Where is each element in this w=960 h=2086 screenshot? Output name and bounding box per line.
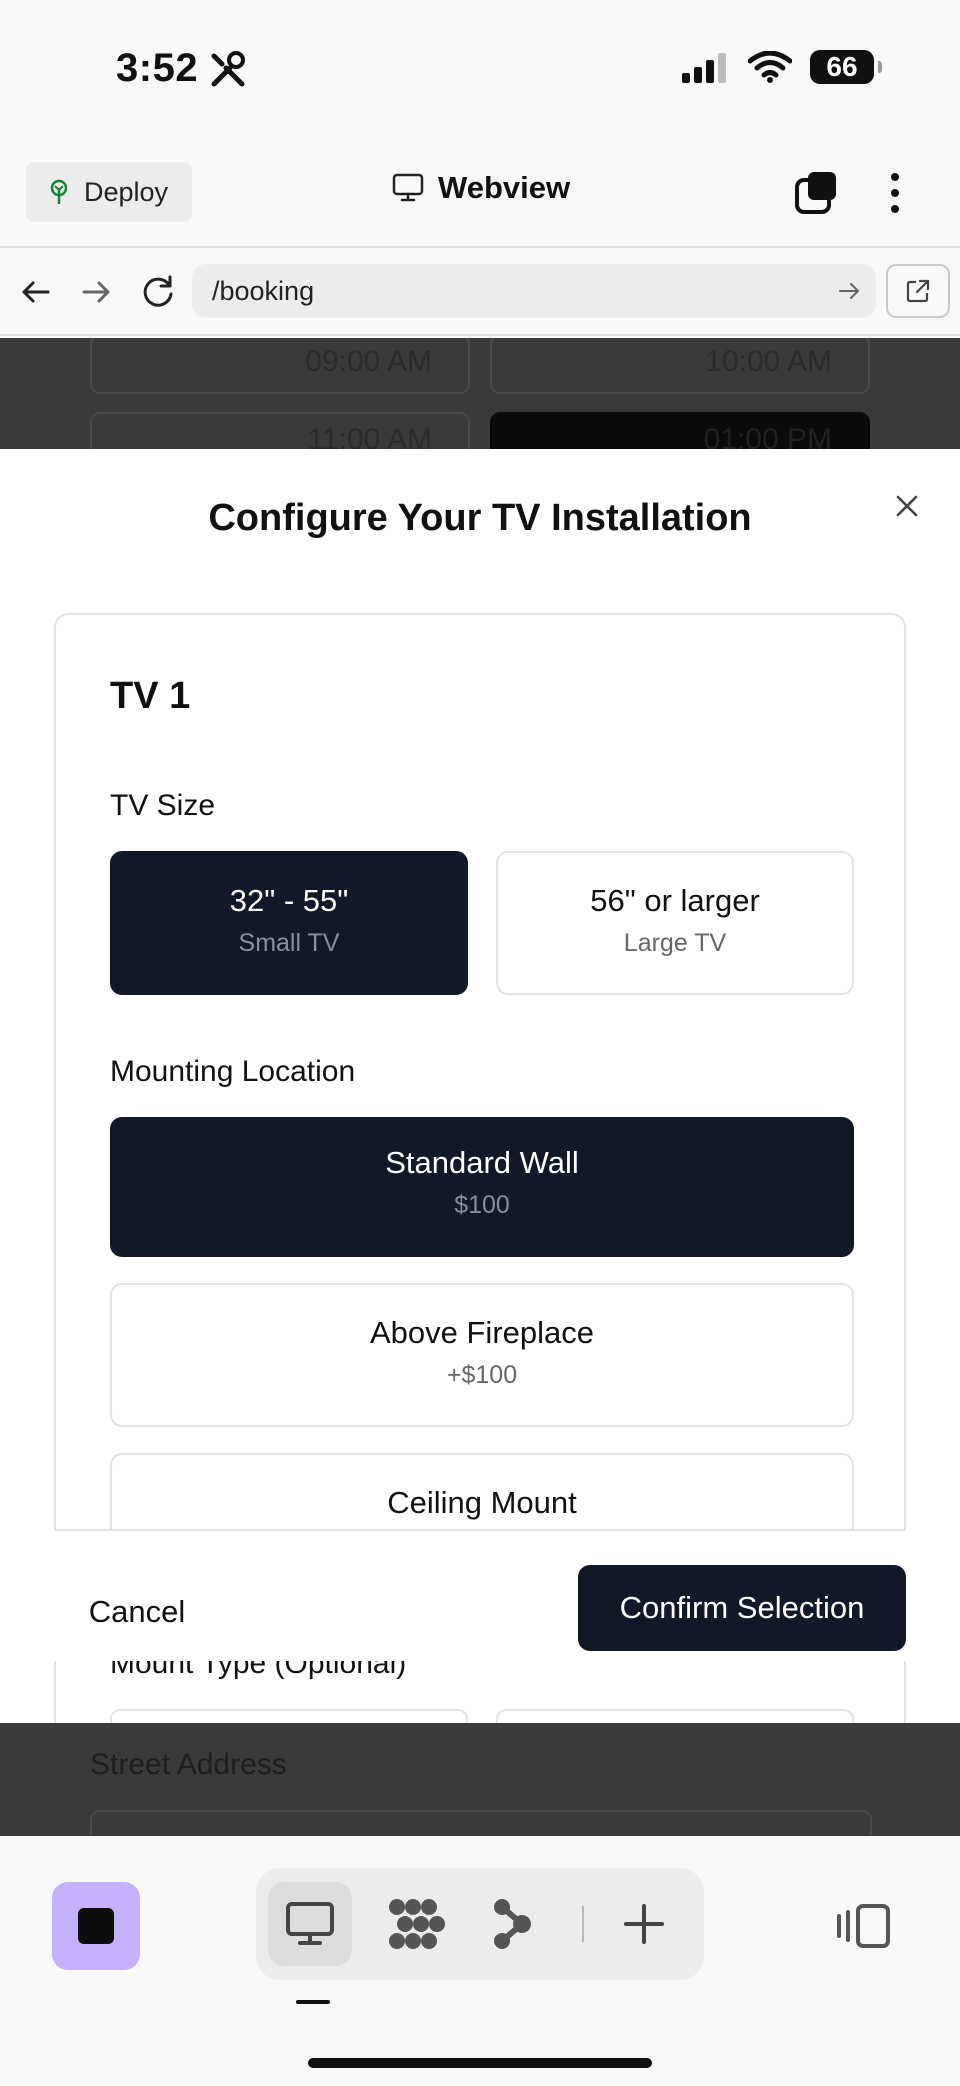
option-subtitle: Small TV: [238, 929, 340, 957]
status-indicators: 66: [682, 50, 882, 84]
mount-option-ceiling[interactable]: Ceiling Mount: [110, 1453, 854, 1531]
deploy-button[interactable]: Deploy: [26, 162, 192, 222]
confirm-selection-button[interactable]: Confirm Selection: [578, 1565, 906, 1651]
option-title: 32" - 55": [229, 883, 349, 918]
monitor-icon: [392, 173, 424, 202]
home-indicator: [308, 2058, 652, 2068]
time-slot-label: 09:00 AM: [305, 345, 432, 378]
active-tab-indicator: [296, 2000, 330, 2004]
street-address-label: Street Address: [90, 1748, 287, 1781]
tv-size-label: TV Size: [110, 789, 216, 822]
flow-icon: [494, 1899, 531, 1949]
time-slot-label: 10:00 AM: [705, 345, 832, 378]
url-bar: /booking: [0, 250, 960, 336]
arrow-right-icon[interactable]: [76, 272, 116, 312]
external-link-icon: [906, 279, 930, 303]
mount-type-option[interactable]: [496, 1709, 854, 1723]
page-title-text: Webview: [438, 170, 571, 205]
option-subtitle: +$100: [446, 1361, 518, 1389]
view-switcher: [256, 1868, 704, 1980]
signal-icon: [682, 53, 726, 83]
open-external-button[interactable]: [886, 264, 950, 318]
mount-type-label: Mount Type (Optional): [110, 1661, 407, 1680]
add-button[interactable]: [602, 1882, 686, 1966]
mount-type-option[interactable]: [110, 1709, 468, 1723]
mount-option-standard-wall[interactable]: Standard Wall $100: [110, 1117, 854, 1257]
flow-tab-button[interactable]: [470, 1882, 554, 1966]
wifi-icon: [748, 51, 792, 83]
arrow-left-icon[interactable]: [16, 272, 56, 312]
url-input[interactable]: /booking: [192, 264, 876, 318]
time-slot: 09:00 AM: [90, 338, 470, 394]
option-title: Above Fireplace: [369, 1315, 594, 1350]
cancel-button[interactable]: Cancel: [62, 1569, 212, 1655]
preview-tab-button[interactable]: [268, 1882, 352, 1966]
modal-footer: Cancel Confirm Selection: [0, 1549, 960, 1659]
stop-icon: [78, 1908, 114, 1944]
close-icon[interactable]: [890, 489, 924, 523]
plus-icon: [624, 1904, 664, 1944]
battery-indicator: 66: [810, 50, 882, 84]
tv-heading: TV 1: [110, 675, 191, 717]
side-panel-icon[interactable]: [836, 1902, 892, 1950]
tv-config-card: TV 1 TV Size 32" - 55" Small TV 56" or l…: [54, 613, 906, 1531]
reload-icon[interactable]: [138, 272, 178, 312]
deploy-label: Deploy: [84, 176, 169, 207]
go-arrow-icon[interactable]: [836, 278, 862, 304]
mount-option-above-fireplace[interactable]: Above Fireplace +$100: [110, 1283, 854, 1427]
tv-size-option-large[interactable]: 56" or larger Large TV: [496, 851, 854, 995]
components-tab-button[interactable]: [374, 1882, 458, 1966]
app-header: Deploy Webview: [0, 140, 960, 248]
sprout-icon: [50, 179, 68, 204]
tv-size-option-small[interactable]: 32" - 55" Small TV: [110, 851, 468, 995]
mounting-location-label: Mounting Location: [110, 1055, 356, 1088]
option-title: 56" or larger: [590, 883, 760, 918]
url-text: /booking: [212, 275, 315, 306]
option-title: Standard Wall: [385, 1145, 579, 1180]
stop-button[interactable]: [52, 1882, 140, 1970]
toolbar-divider: [582, 1906, 584, 1942]
grid-blobs-icon: [389, 1899, 445, 1949]
developer-tools-icon: [211, 51, 245, 87]
street-address-field: [90, 1810, 872, 1836]
option-subtitle: Large TV: [623, 929, 727, 957]
scroll-clip-divider: [54, 1529, 906, 1531]
time-slot: 10:00 AM: [490, 338, 870, 394]
page-title: Webview: [392, 170, 570, 206]
option-title: Ceiling Mount: [387, 1485, 577, 1520]
bottom-toolbar: [0, 1836, 960, 2086]
status-time: 3:52: [116, 46, 199, 90]
modal-title: Configure Your TV Installation: [208, 497, 752, 539]
tv-configuration-modal: Configure Your TV Installation TV 1 TV S…: [0, 449, 960, 1723]
monitor-icon: [286, 1902, 334, 1945]
option-subtitle: $100: [454, 1191, 510, 1219]
more-vertical-icon[interactable]: [880, 170, 910, 216]
status-bar: 3:52 66: [0, 0, 960, 140]
tabs-icon[interactable]: [794, 170, 840, 216]
mount-type-section: Mount Type (Optional): [54, 1661, 906, 1723]
